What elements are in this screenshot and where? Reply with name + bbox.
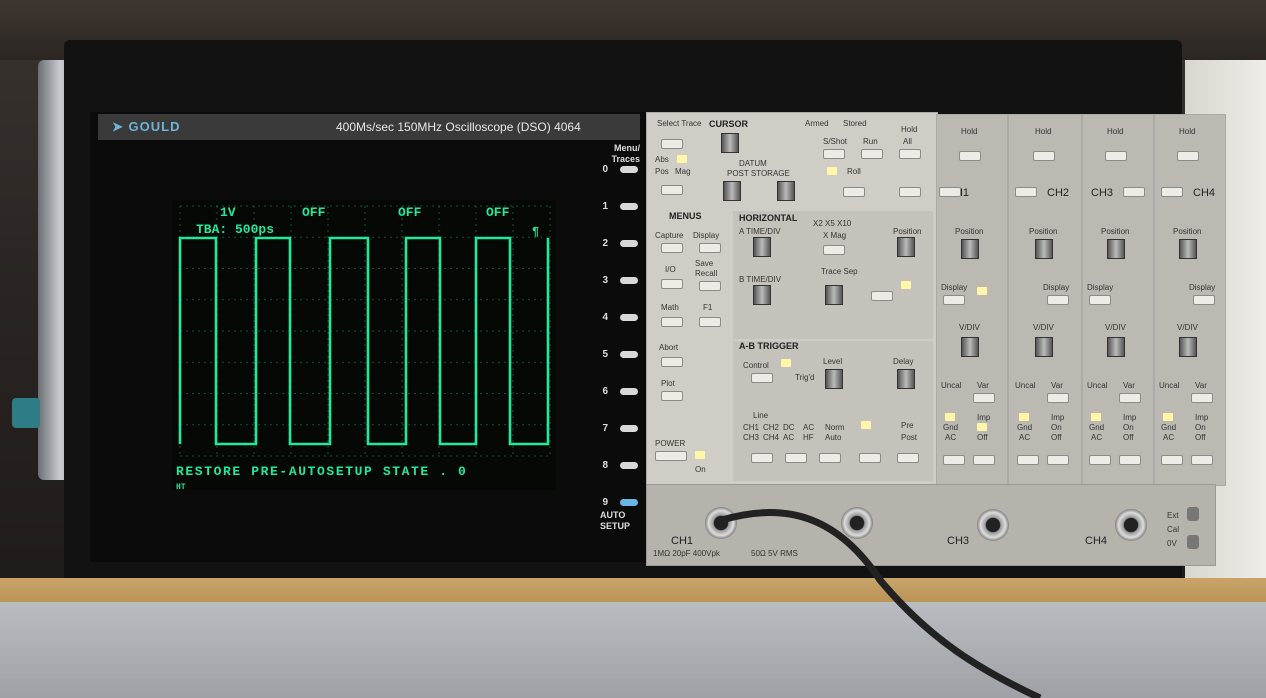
probe-cable-line xyxy=(721,509,1042,698)
probe-cable xyxy=(721,509,1042,698)
